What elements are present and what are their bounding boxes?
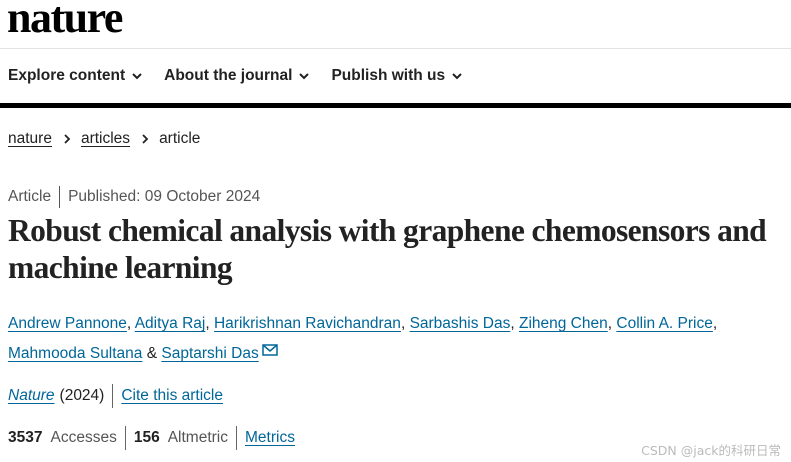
nav-publish-with-us-label: Publish with us [331, 67, 446, 84]
author-link[interactable]: Andrew Pannone [8, 315, 127, 332]
metrics-divider [236, 426, 237, 450]
nav-underline-bar [0, 103, 791, 108]
publication-year: (2024) [59, 387, 105, 404]
published-date: Published: 09 October 2024 [68, 188, 261, 205]
meta-divider [59, 186, 61, 208]
site-logo[interactable]: nature [7, 0, 123, 40]
chevron-right-icon [64, 134, 71, 144]
main-nav: Explore content About the journal Publis… [8, 67, 484, 85]
article-meta: Article Published: 09 October 2024 [8, 186, 260, 208]
article-title: Robust chemical analysis with graphene c… [8, 213, 767, 285]
watermark: CSDN @jack的科研日常 [641, 443, 781, 458]
altmetric-count: 156 [133, 429, 160, 446]
nav-publish-with-us[interactable]: Publish with us [331, 67, 463, 85]
author-link[interactable]: Saptarshi Das [161, 345, 258, 362]
citation-line: Nature (2024) Cite this article [8, 384, 223, 408]
journal-link[interactable]: Nature [8, 387, 55, 405]
nav-explore-content[interactable]: Explore content [8, 67, 143, 85]
author-link[interactable]: Ziheng Chen [519, 315, 608, 332]
author-link[interactable]: Collin A. Price [616, 315, 712, 332]
author-link[interactable]: Sarbashis Das [410, 315, 511, 332]
article-type: Article [8, 188, 52, 205]
chevron-down-icon [299, 73, 310, 80]
chevron-down-icon [132, 73, 142, 80]
mail-icon[interactable] [261, 344, 278, 356]
cite-this-article-link[interactable]: Cite this article [121, 387, 223, 405]
citation-divider [112, 384, 114, 408]
author-link[interactable]: Mahmooda Sultana [8, 345, 142, 362]
metrics-link[interactable]: Metrics [245, 429, 295, 447]
nav-explore-content-label: Explore content [8, 67, 126, 84]
chevron-down-icon [452, 73, 462, 80]
accesses-label: Accesses [50, 429, 117, 446]
nav-about-journal-label: About the journal [164, 67, 293, 84]
breadcrumb: nature articles article [8, 130, 200, 148]
breadcrumb-nature[interactable]: nature [8, 130, 52, 148]
metrics-line: 3537 Accesses 156 Altmetric Metrics [8, 426, 295, 450]
author-link[interactable]: Aditya Raj [135, 315, 206, 332]
breadcrumb-current: article [159, 130, 201, 147]
altmetric-label: Altmetric [167, 429, 228, 446]
accesses-count: 3537 [8, 429, 43, 446]
metrics-divider [124, 426, 126, 450]
chevron-right-icon [142, 134, 149, 144]
author-link[interactable]: Harikrishnan Ravichandran [214, 315, 401, 332]
author-list: Andrew Pannone, Aditya Raj, Harikrishnan… [8, 315, 718, 362]
header-divider [0, 48, 791, 49]
breadcrumb-articles[interactable]: articles [81, 130, 130, 148]
nav-about-journal[interactable]: About the journal [164, 67, 310, 85]
